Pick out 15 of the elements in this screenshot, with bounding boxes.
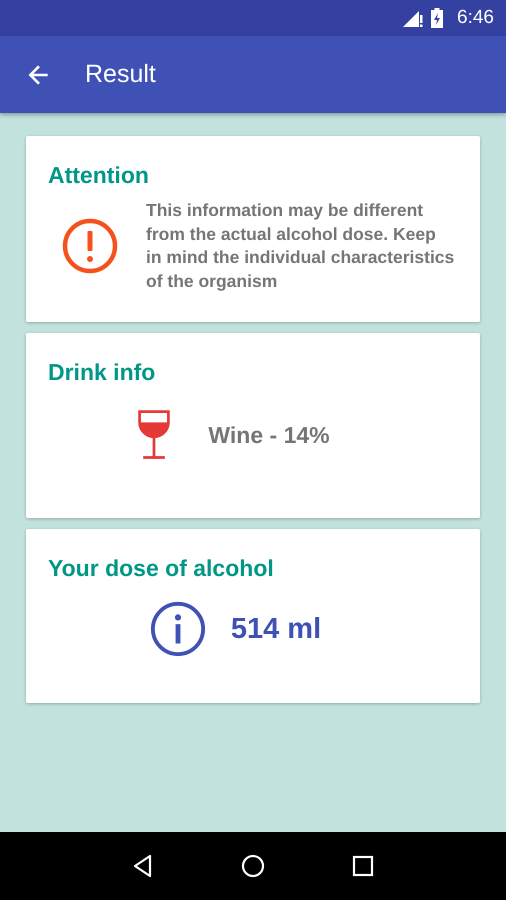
wine-glass-icon: [136, 408, 172, 462]
card-title: Drink info: [48, 359, 156, 386]
exclamation-icon: [60, 216, 120, 276]
card-text: 514 ml: [230, 612, 322, 646]
card-title: Attention: [48, 162, 150, 189]
status-time: 6:46: [457, 7, 494, 29]
signal-icon: [403, 9, 424, 27]
recents-icon[interactable]: [351, 854, 375, 878]
card-title: Your dose of alcohol: [48, 555, 275, 582]
info-icon: [148, 600, 207, 658]
battery-icon: [431, 8, 444, 28]
card-text: This information may be different from the actual alcohol dose. Keep in mind the individual characteristics of the organism: [146, 199, 456, 293]
home-icon[interactable]: [241, 854, 265, 878]
card-text: Wine - 14%: [208, 422, 330, 448]
screen-title: Result: [85, 60, 156, 89]
